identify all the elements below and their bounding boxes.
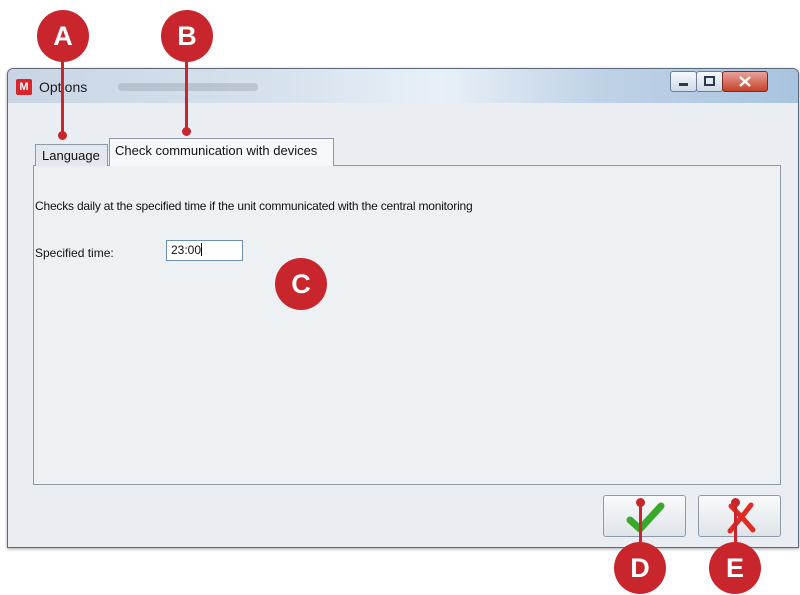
maximize-icon <box>704 76 715 86</box>
description-text: Checks daily at the specified time if th… <box>35 199 473 213</box>
callout-b: B <box>161 10 213 62</box>
close-icon <box>739 76 751 87</box>
options-window: M Options Language Check communication w… <box>7 68 799 548</box>
client-area: Language Check communication with device… <box>8 103 798 547</box>
callout-c: C <box>275 258 327 310</box>
callout-a: A <box>37 10 89 62</box>
tab-panel <box>33 165 781 485</box>
specified-time-label: Specified time: <box>35 246 114 260</box>
maximize-button[interactable] <box>696 71 723 92</box>
callout-b-line <box>185 61 188 131</box>
callout-a-line <box>61 61 64 137</box>
blurred-title-text <box>118 83 258 91</box>
x-icon <box>727 502 756 534</box>
checkmark-icon <box>626 502 665 533</box>
app-icon: M <box>16 79 32 95</box>
tab-language[interactable]: Language <box>35 144 108 166</box>
close-button[interactable] <box>722 71 768 92</box>
callout-d: D <box>614 542 666 594</box>
minimize-icon <box>679 83 688 86</box>
callout-d-line <box>639 503 642 547</box>
tab-check-communication[interactable]: Check communication with devices <box>109 138 334 166</box>
time-value: 23:00 <box>171 243 202 257</box>
minimize-button[interactable] <box>670 71 697 92</box>
title-bar[interactable]: M Options <box>8 69 798 103</box>
callout-e: E <box>709 542 761 594</box>
callout-e-line <box>734 503 737 547</box>
callout-b-dot <box>182 127 191 136</box>
callout-a-dot <box>58 131 67 140</box>
text-caret <box>201 243 203 256</box>
specified-time-input[interactable]: 23:00 <box>166 240 243 261</box>
